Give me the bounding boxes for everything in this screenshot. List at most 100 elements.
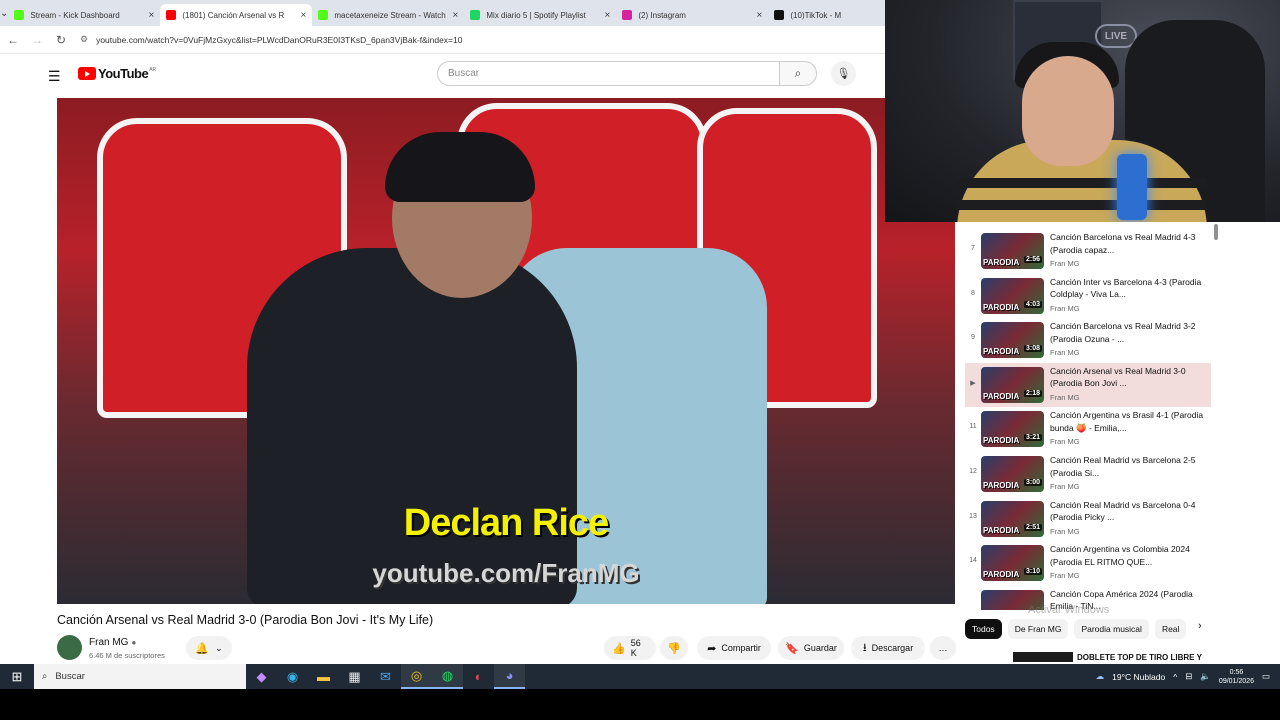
- weather-text[interactable]: 19°C Nublado: [1112, 672, 1165, 682]
- tab-search-chevron-icon[interactable]: ⌄: [0, 0, 8, 26]
- playlist-thumbnail[interactable]: PARODIA 3:08: [981, 322, 1044, 359]
- playlist-item[interactable]: 14 PARODIA 3:10 Canción Argentina vs Colomb…: [965, 541, 1211, 585]
- tray-chevron-icon[interactable]: ^: [1173, 672, 1177, 682]
- volume-icon[interactable]: 🔈: [1200, 671, 1211, 682]
- playlist-item-channel: Fran MG: [1050, 437, 1080, 447]
- playlist-item-title: Canción Inter vs Barcelona 4-3 (Parodia …: [1050, 276, 1202, 300]
- tab-close-icon[interactable]: ×: [605, 10, 611, 21]
- mail-icon[interactable]: ✉: [370, 664, 401, 689]
- dislike-button[interactable]: 👎: [660, 636, 688, 660]
- playlist-thumbnail[interactable]: PARODIA 2:18: [981, 366, 1044, 403]
- scrollbar-thumb[interactable]: [1214, 224, 1218, 240]
- forward-arrow-icon[interactable]: →: [26, 33, 48, 47]
- tab-close-icon[interactable]: ×: [149, 10, 155, 21]
- obs-icon[interactable]: ◐: [463, 664, 494, 689]
- browser-tab[interactable]: (1801) Canción Arsenal vs R ×: [160, 4, 313, 26]
- playlist-item-title: Canción Arsenal vs Real Madrid 3-0 (Paro…: [1050, 365, 1186, 389]
- like-button[interactable]: 👍 56 K: [604, 636, 656, 660]
- voice-search-button[interactable]: 🎙: [831, 61, 856, 86]
- more-actions-button[interactable]: …: [930, 636, 956, 660]
- notification-bell-button[interactable]: 🔔 ⌄: [186, 636, 232, 660]
- thumbs-up-icon: 👍: [612, 642, 626, 655]
- video-duration: 2:51: [1023, 523, 1042, 531]
- site-info-icon[interactable]: ⚙: [80, 34, 88, 45]
- browser-tab[interactable]: Stream - Kick Dashboard ×: [8, 4, 160, 26]
- video-player[interactable]: Declan Rice youtube.com/FranMG: [57, 98, 955, 604]
- subscriber-count: 6.46 M de suscriptores: [89, 651, 165, 660]
- tab-close-icon[interactable]: ×: [757, 10, 763, 21]
- playlist-item-channel: Fran MG: [1050, 526, 1080, 536]
- file-explorer-icon[interactable]: ▬: [308, 664, 339, 689]
- filter-chip[interactable]: Real: [1154, 619, 1187, 639]
- whatsapp-icon[interactable]: ◍: [432, 664, 463, 689]
- playlist-item[interactable]: 8 PARODIA 4:03 Canción Inter vs Barcelona 4…: [965, 274, 1211, 318]
- chrome-icon[interactable]: ◎: [401, 664, 432, 689]
- playlist-item[interactable]: 13 PARODIA 2:51 Canción Real Madrid vs Barc…: [965, 497, 1211, 541]
- tab-close-icon[interactable]: ×: [301, 10, 307, 21]
- playlist-thumbnail[interactable]: PARODIA 4:03: [981, 277, 1044, 314]
- playlist-item[interactable]: 7 PARODIA 2:56 Canción Barcelona vs Real Ma…: [965, 229, 1211, 273]
- like-count: 56 K: [630, 638, 641, 658]
- channel-name[interactable]: Fran MG ●: [89, 637, 136, 648]
- tab-close-icon[interactable]: ×: [453, 10, 459, 21]
- search-input[interactable]: Buscar: [437, 61, 780, 86]
- save-button[interactable]: 🔖 Guardar: [778, 636, 844, 660]
- address-bar[interactable]: ⚙ youtube.com/watch?v=0VuFjMzGxyc&list=P…: [80, 30, 875, 50]
- clock[interactable]: 0:56 09/01/2026: [1219, 668, 1254, 686]
- playlist-scrollbar[interactable]: [1213, 222, 1219, 602]
- recommended-title[interactable]: DOBLETE TOP DE TIRO LIBRE Y: [1077, 653, 1202, 662]
- edge-icon[interactable]: ◉: [277, 664, 308, 689]
- youtube-logo[interactable]: YouTube AR: [78, 66, 156, 81]
- filter-chip[interactable]: De Fran MG: [1007, 619, 1069, 639]
- back-arrow-icon[interactable]: ←: [2, 33, 24, 47]
- discord-icon[interactable]: ◕: [494, 664, 525, 689]
- bell-icon: 🔔: [195, 642, 210, 655]
- playlist-thumbnail[interactable]: PARODIA 2:56: [981, 233, 1044, 269]
- menu-hamburger-icon[interactable]: ☰: [48, 68, 61, 85]
- playlist-item[interactable]: ▶ PARODIA 2:18 Canción Arsenal vs Real Madr…: [965, 362, 1211, 407]
- playlist-item[interactable]: 11 PARODIA 3:21 Canción Argentina vs Brasil…: [965, 407, 1211, 451]
- browser-tab[interactable]: (10)TikTok - M: [768, 4, 885, 26]
- playlist-item-channel: Fran MG: [1050, 571, 1080, 581]
- playlist-thumbnail[interactable]: PARODIA 2:51: [981, 500, 1044, 537]
- recommended-thumbnail[interactable]: [1013, 652, 1073, 662]
- playlist-thumbnail[interactable]: PARODIA 3:10: [981, 545, 1044, 582]
- filter-chip[interactable]: Parodia musical: [1074, 619, 1149, 639]
- store-icon[interactable]: ▦: [339, 664, 370, 689]
- playlist-thumbnail[interactable]: PARODIA 3:00: [981, 456, 1044, 492]
- shirt-stripe: [957, 178, 1207, 188]
- thumbnail-label: PARODIA: [983, 481, 1020, 490]
- browser-tab[interactable]: Mix diario 5 | Spotify Playlist ×: [464, 4, 616, 26]
- search-button[interactable]: ⌕: [779, 61, 817, 86]
- chevron-down-icon: ⌄: [215, 642, 223, 653]
- video-duration: 4:03: [1023, 300, 1042, 308]
- playlist-item-title: Canción Argentina vs Brasil 4-1 (Parodia…: [1050, 410, 1204, 433]
- playlist-index: 14: [969, 557, 977, 565]
- network-icon[interactable]: ⊟: [1185, 671, 1192, 682]
- playlist-thumbnail[interactable]: PARODIA 3:21: [981, 411, 1044, 448]
- notifications-icon[interactable]: ▭: [1262, 671, 1270, 682]
- playlist-item-info: Canción Inter vs Barcelona 4-3 (Parodia …: [1044, 274, 1206, 318]
- tab-title: (2) Instagram: [638, 10, 686, 20]
- copilot-icon[interactable]: ◆: [246, 664, 277, 689]
- playlist-item-info: Canción Arsenal vs Real Madrid 3-0 (Paro…: [1044, 363, 1206, 407]
- browser-tab[interactable]: macetaxeneize Stream - Watch ×: [312, 4, 464, 26]
- reload-icon[interactable]: ↻: [50, 33, 72, 47]
- browser-tab[interactable]: (2) Instagram ×: [616, 4, 768, 26]
- windows-start-icon[interactable]: ⊞: [0, 669, 34, 685]
- share-button[interactable]: ➦ Compartir: [697, 636, 771, 660]
- letterbox-bar: [0, 689, 1280, 720]
- playlist-item[interactable]: 12 PARODIA 3:00 Canción Real Madrid vs Barc…: [965, 452, 1211, 496]
- verified-icon: ●: [131, 638, 137, 647]
- playlist-item-channel: Fran MG: [1050, 259, 1080, 268]
- playlist-index: 12: [969, 468, 977, 475]
- filter-chip[interactable]: Todos: [965, 619, 1002, 639]
- playlist-index: 9: [971, 334, 975, 342]
- channel-avatar[interactable]: [57, 635, 82, 660]
- taskbar-search[interactable]: ⌕ Buscar: [34, 664, 246, 689]
- chevron-right-icon[interactable]: ›: [1198, 620, 1202, 632]
- channel-name-text: Fran MG: [89, 637, 129, 648]
- playlist-item[interactable]: 9 PARODIA 3:08 Canción Barcelona vs Real Ma…: [965, 318, 1211, 362]
- download-button[interactable]: ⭳ Descargar: [851, 636, 925, 660]
- playlist-index: 7: [971, 245, 975, 252]
